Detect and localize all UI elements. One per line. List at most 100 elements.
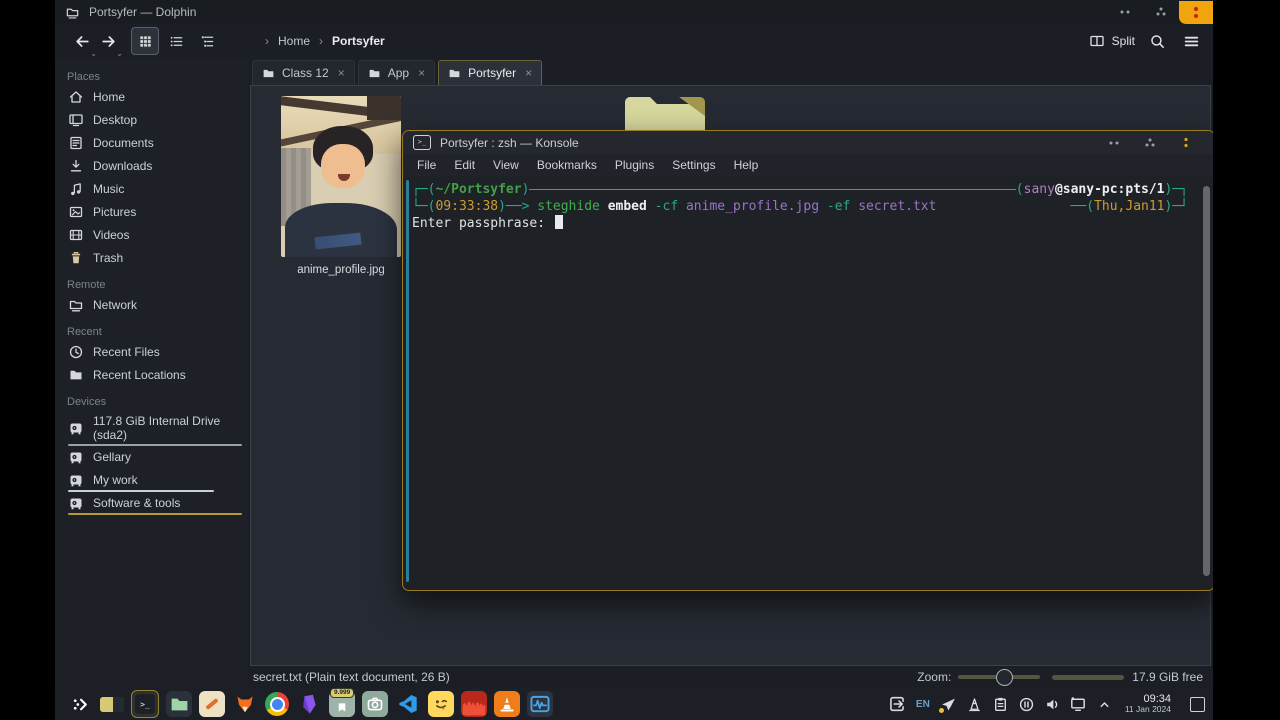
menu-bookmarks[interactable]: Bookmarks — [528, 158, 606, 172]
image-thumbnail — [281, 96, 401, 257]
maximize-button[interactable] — [1143, 0, 1179, 24]
terminal-output[interactable]: ┌─(~/Portsyfer) (sany @sany-pc:pts/1)─┐ └─… — [403, 176, 1213, 590]
breadcrumb-home[interactable]: Home — [278, 34, 310, 48]
command-arg-embed-file: secret.txt — [858, 199, 937, 214]
taskbar-dolphin-icon[interactable] — [166, 691, 192, 717]
sidebar-item-internal-drive[interactable]: 117.8 GiB Internal Drive (sda2) — [55, 411, 248, 446]
taskbar-emoji-icon[interactable] — [428, 691, 454, 717]
section-places: Places — [67, 71, 101, 83]
split-button[interactable]: Split — [1089, 33, 1135, 49]
zoom-slider-handle[interactable] — [996, 669, 1014, 686]
taskbar-badge-app-icon[interactable]: 9.999 — [329, 688, 355, 717]
tray-media-pause-icon[interactable] — [1017, 695, 1036, 714]
tray-session-icon[interactable] — [888, 695, 907, 714]
virtual-desktop-pager[interactable] — [100, 696, 124, 712]
breadcrumb-current[interactable]: Portsyfer — [332, 34, 385, 48]
close-button[interactable] — [1179, 0, 1213, 24]
dolphin-titlebar[interactable]: Portsyfer — Dolphin — [55, 0, 1213, 24]
folder-icon — [262, 67, 275, 80]
section-devices: Devices — [67, 396, 107, 408]
sidebar-item-recent-locations[interactable]: Recent Locations — [55, 364, 248, 387]
close-tab-icon[interactable]: × — [338, 66, 345, 80]
tab-label: App — [387, 66, 410, 80]
terminal-scrollbar[interactable] — [1203, 186, 1210, 576]
clock[interactable]: 09:34 11 Jan 2024 — [1125, 693, 1171, 714]
tray-vlc-icon[interactable] — [965, 695, 984, 714]
folder-icon — [65, 5, 80, 20]
file-anime-profile[interactable]: anime_profile.jpg — [263, 96, 419, 276]
back-button[interactable]: ⌄ — [69, 28, 97, 58]
crystal-icon — [297, 692, 321, 716]
taskbar-vlc-icon[interactable] — [494, 691, 520, 717]
sidebar-item-desktop[interactable]: Desktop — [55, 109, 248, 132]
zoom-slider[interactable] — [958, 669, 1041, 686]
list-view-button[interactable] — [162, 27, 190, 55]
sidebar-item-software-tools[interactable]: Software & tools — [55, 492, 248, 515]
tab-portsyfer[interactable]: Portsyfer × — [438, 60, 543, 85]
details-view-button[interactable] — [193, 27, 221, 55]
tray-volume-icon[interactable] — [1043, 695, 1062, 714]
sidebar-item-network[interactable]: Network — [55, 294, 248, 317]
tab-app[interactable]: App × — [357, 60, 436, 85]
tray-expand-button[interactable] — [1095, 695, 1114, 714]
speaker-icon — [1044, 696, 1061, 713]
taskbar-firefox-icon[interactable] — [232, 691, 258, 717]
app-launcher-button[interactable] — [67, 691, 93, 717]
taskbar-vscode-icon[interactable] — [395, 691, 421, 717]
folder-icon — [368, 67, 381, 80]
hamburger-menu-button[interactable] — [1179, 29, 1203, 53]
sidebar-item-gellary[interactable]: Gellary — [55, 446, 248, 469]
sidebar-item-label: Documents — [93, 136, 154, 150]
download-icon — [68, 158, 84, 174]
sidebar-item-videos[interactable]: Videos — [55, 224, 248, 247]
maximize-button[interactable] — [1132, 131, 1168, 154]
sidebar-item-my-work[interactable]: My work — [55, 469, 248, 492]
menu-plugins[interactable]: Plugins — [606, 158, 663, 172]
menu-edit[interactable]: Edit — [445, 158, 484, 172]
menu-file[interactable]: File — [408, 158, 445, 172]
search-button[interactable] — [1145, 29, 1169, 53]
menu-help[interactable]: Help — [725, 158, 768, 172]
sidebar-item-downloads[interactable]: Downloads — [55, 155, 248, 178]
taskbar-obsidian-icon[interactable] — [296, 691, 322, 717]
menu-view[interactable]: View — [484, 158, 528, 172]
sidebar-item-recent-files[interactable]: Recent Files — [55, 341, 248, 364]
forward-button[interactable]: ⌄ — [95, 28, 123, 58]
video-icon — [68, 227, 84, 243]
close-button[interactable] — [1168, 131, 1204, 154]
taskbar-flame-icon[interactable] — [461, 691, 487, 717]
sidebar-item-home[interactable]: Home — [55, 86, 248, 109]
minimize-button[interactable] — [1096, 131, 1132, 154]
close-tab-icon[interactable]: × — [525, 66, 532, 80]
tray-telegram-icon[interactable] — [938, 695, 958, 714]
keyboard-layout-indicator[interactable]: EN — [914, 695, 932, 714]
icons-view-button[interactable] — [131, 27, 159, 55]
sidebar-item-pictures[interactable]: Pictures — [55, 201, 248, 224]
taskbar-konsole-icon[interactable]: >_ — [131, 690, 159, 718]
tab-class-12[interactable]: Class 12 × — [252, 60, 355, 85]
sidebar-item-music[interactable]: Music — [55, 178, 248, 201]
command-line: └─(09:33:38)──> steghide embed -cf anime… — [412, 198, 1188, 215]
folder-icon — [68, 367, 84, 383]
taskbar-camera-icon[interactable] — [362, 691, 388, 717]
folder-icon — [169, 694, 190, 715]
close-tab-icon[interactable]: × — [418, 66, 425, 80]
show-desktop-button[interactable] — [1190, 696, 1205, 712]
sidebar-item-trash[interactable]: Trash — [55, 247, 248, 270]
prompt-frame: )─┐ — [1164, 182, 1188, 197]
tray-clipboard-icon[interactable] — [991, 695, 1010, 714]
selection-info: secret.txt (Plain text document, 26 B) — [253, 670, 450, 684]
menu-settings[interactable]: Settings — [663, 158, 724, 172]
drive-icon — [68, 420, 84, 436]
sidebar-item-documents[interactable]: Documents — [55, 132, 248, 155]
tray-cast-icon[interactable] — [1069, 695, 1088, 714]
prompt-arrow: )──> — [498, 199, 538, 214]
taskbar-sysmon-icon[interactable] — [527, 691, 553, 717]
sidebar-item-label: My work — [93, 473, 138, 487]
minimize-button[interactable] — [1107, 0, 1143, 24]
command-flag: -ef — [826, 199, 859, 214]
taskbar-kate-icon[interactable] — [199, 691, 225, 717]
sidebar-item-label: Software & tools — [93, 496, 181, 510]
konsole-titlebar[interactable]: >_ Portsyfer : zsh — Konsole — [403, 131, 1213, 154]
taskbar-chrome-icon[interactable] — [265, 692, 289, 716]
